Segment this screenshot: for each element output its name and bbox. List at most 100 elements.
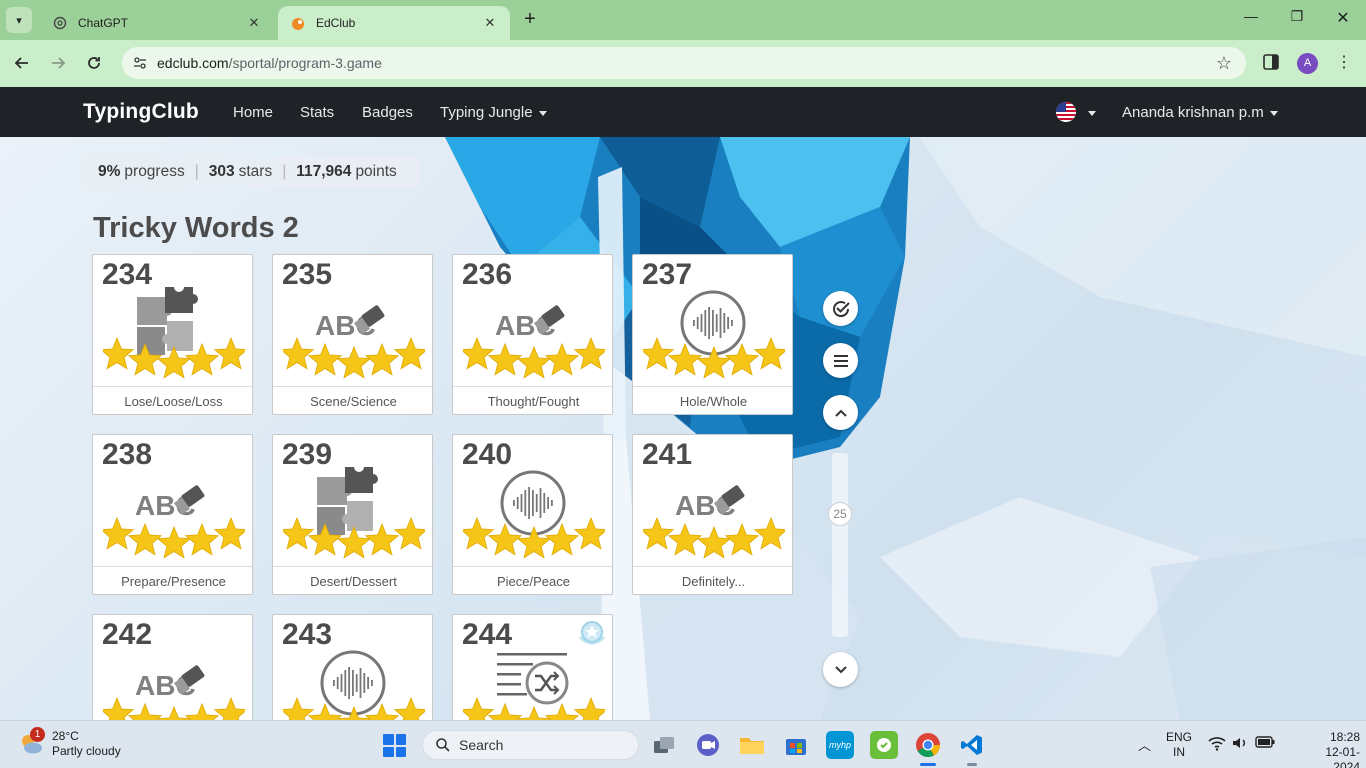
vscode-icon[interactable] — [958, 731, 986, 766]
lesson-card-240[interactable]: 240 Piece/Peace — [452, 434, 613, 595]
lesson-label: Thought/Fought — [487, 394, 580, 409]
language-dropdown-toggle[interactable] — [1082, 104, 1096, 121]
new-tab-button[interactable]: + — [518, 8, 542, 32]
divider — [273, 386, 432, 387]
chrome-icon[interactable] — [914, 731, 942, 766]
lesson-card-242[interactable]: 242 ABC — [92, 614, 253, 720]
rating-star-1 — [283, 516, 315, 550]
nav-badges[interactable]: Badges — [362, 104, 413, 121]
rating-star-4 — [364, 342, 400, 376]
five-stars-rating — [643, 336, 785, 379]
lesson-card-236[interactable]: 236 ABC Thought/Fought — [452, 254, 613, 415]
lesson-card-234[interactable]: 234 Lose/Loose/Loss — [92, 254, 253, 415]
lesson-card-238[interactable]: 238 ABC Prepare/Presence — [92, 434, 253, 595]
divider — [633, 566, 792, 567]
volume-icon[interactable] — [1231, 735, 1249, 754]
nav-stats[interactable]: Stats — [300, 104, 334, 121]
tab-label: EdClub — [316, 16, 356, 30]
site-info-icon[interactable] — [132, 55, 148, 71]
user-menu[interactable]: Ananda krishnan p.m — [1122, 104, 1278, 121]
forward-arrow-icon — [52, 57, 66, 69]
edclub-icon — [290, 15, 306, 31]
rating-star-5 — [753, 516, 785, 550]
microsoft-store-icon[interactable] — [782, 731, 810, 759]
address-bar[interactable]: edclub.com/sportal/program-3.game ☆ — [122, 47, 1246, 79]
back-button[interactable] — [10, 51, 34, 75]
lesson-card-237[interactable]: 237 Hole/Whole — [632, 254, 793, 415]
five-stars-rating — [463, 696, 605, 720]
meet-chat-icon[interactable] — [694, 731, 722, 759]
rating-star-2 — [487, 522, 523, 556]
running-app-indicator — [967, 763, 977, 766]
forward-button[interactable] — [46, 51, 70, 75]
rating-star-2 — [307, 522, 343, 556]
task-view-icon[interactable] — [650, 731, 678, 759]
active-app-indicator — [920, 763, 936, 766]
browser-menu-icon[interactable]: ⋮ — [1334, 52, 1354, 74]
side-panel-icon[interactable] — [1262, 53, 1282, 73]
rating-star-1 — [283, 696, 315, 720]
chevron-down-icon — [1088, 110, 1096, 116]
rating-star-4 — [724, 342, 760, 376]
lesson-card-239[interactable]: 239 Desert/Dessert — [272, 434, 433, 595]
award-badge-icon — [578, 621, 606, 645]
tab-search-dropdown-button[interactable]: ▾ — [6, 7, 32, 33]
window-close-button[interactable]: ✕ — [1329, 8, 1357, 32]
check-progress-button[interactable] — [823, 291, 858, 326]
url-text[interactable]: edclub.com/sportal/program-3.game — [157, 55, 382, 71]
separator: | — [282, 163, 287, 180]
notification-badge: 1 — [30, 727, 45, 742]
rating-star-3 — [336, 705, 372, 720]
scroll-up-button[interactable] — [823, 395, 858, 430]
show-hidden-icons-chevron-icon[interactable]: ︿ — [1138, 735, 1151, 754]
chevron-down-icon — [538, 110, 547, 116]
scroll-down-button[interactable] — [823, 652, 858, 687]
site-logo[interactable]: TypingClub — [83, 100, 199, 124]
lesson-card-244[interactable]: 244 — [452, 614, 613, 720]
nav-home[interactable]: Home — [233, 104, 273, 121]
stars-label: stars — [238, 163, 273, 180]
level-slider-handle[interactable]: 25 — [828, 502, 852, 526]
rating-star-3 — [156, 345, 192, 379]
profile-avatar[interactable]: A — [1297, 53, 1318, 74]
file-explorer-icon[interactable] — [738, 731, 766, 759]
rating-star-1 — [463, 696, 495, 720]
rating-star-3 — [696, 525, 732, 559]
rating-star-1 — [463, 516, 495, 550]
lesson-label: Definitely... — [681, 574, 746, 589]
rating-star-4 — [184, 702, 220, 720]
input-language[interactable]: ENG IN — [1166, 730, 1192, 760]
wifi-icon[interactable] — [1208, 735, 1226, 754]
weather-condition: Partly cloudy — [52, 744, 121, 758]
tab-chatgpt[interactable]: ChatGPT ✕ — [40, 6, 274, 40]
rating-star-3 — [696, 345, 732, 379]
lesson-card-241[interactable]: 241 ABC Definitely... — [632, 434, 793, 595]
rating-star-4 — [364, 702, 400, 720]
battery-icon[interactable] — [1255, 735, 1275, 752]
five-stars-rating — [283, 336, 425, 379]
lesson-label: Hole/Whole — [679, 394, 748, 409]
rating-star-5 — [573, 516, 605, 550]
taskbar-search[interactable]: Search — [422, 730, 639, 760]
window-minimize-button[interactable]: — — [1237, 8, 1265, 32]
divider — [93, 566, 252, 567]
tab-close-icon[interactable]: ✕ — [482, 15, 498, 31]
system-clock[interactable]: 18:28 12-01-2024 — [1314, 730, 1360, 768]
tab-close-icon[interactable]: ✕ — [246, 15, 262, 31]
myhp-icon[interactable]: myhp — [826, 731, 854, 759]
nav-typing-jungle[interactable]: Typing Jungle — [440, 104, 547, 121]
reload-button[interactable] — [82, 51, 106, 75]
windows-start-button[interactable] — [383, 734, 406, 757]
rating-star-5 — [213, 336, 245, 370]
us-flag-icon[interactable] — [1056, 102, 1076, 122]
tab-edclub[interactable]: EdClub ✕ — [278, 6, 510, 40]
lesson-card-243[interactable]: 243 — [272, 614, 433, 720]
level-slider-track[interactable] — [832, 453, 848, 637]
green-app-icon[interactable] — [870, 731, 898, 759]
menu-button[interactable] — [823, 343, 858, 378]
window-restore-button[interactable]: ❐ — [1283, 8, 1311, 32]
lesson-card-235[interactable]: 235 ABC Scene/Science — [272, 254, 433, 415]
rating-star-1 — [643, 516, 675, 550]
rating-star-2 — [487, 342, 523, 376]
bookmark-star-icon[interactable]: ☆ — [1216, 53, 1232, 74]
